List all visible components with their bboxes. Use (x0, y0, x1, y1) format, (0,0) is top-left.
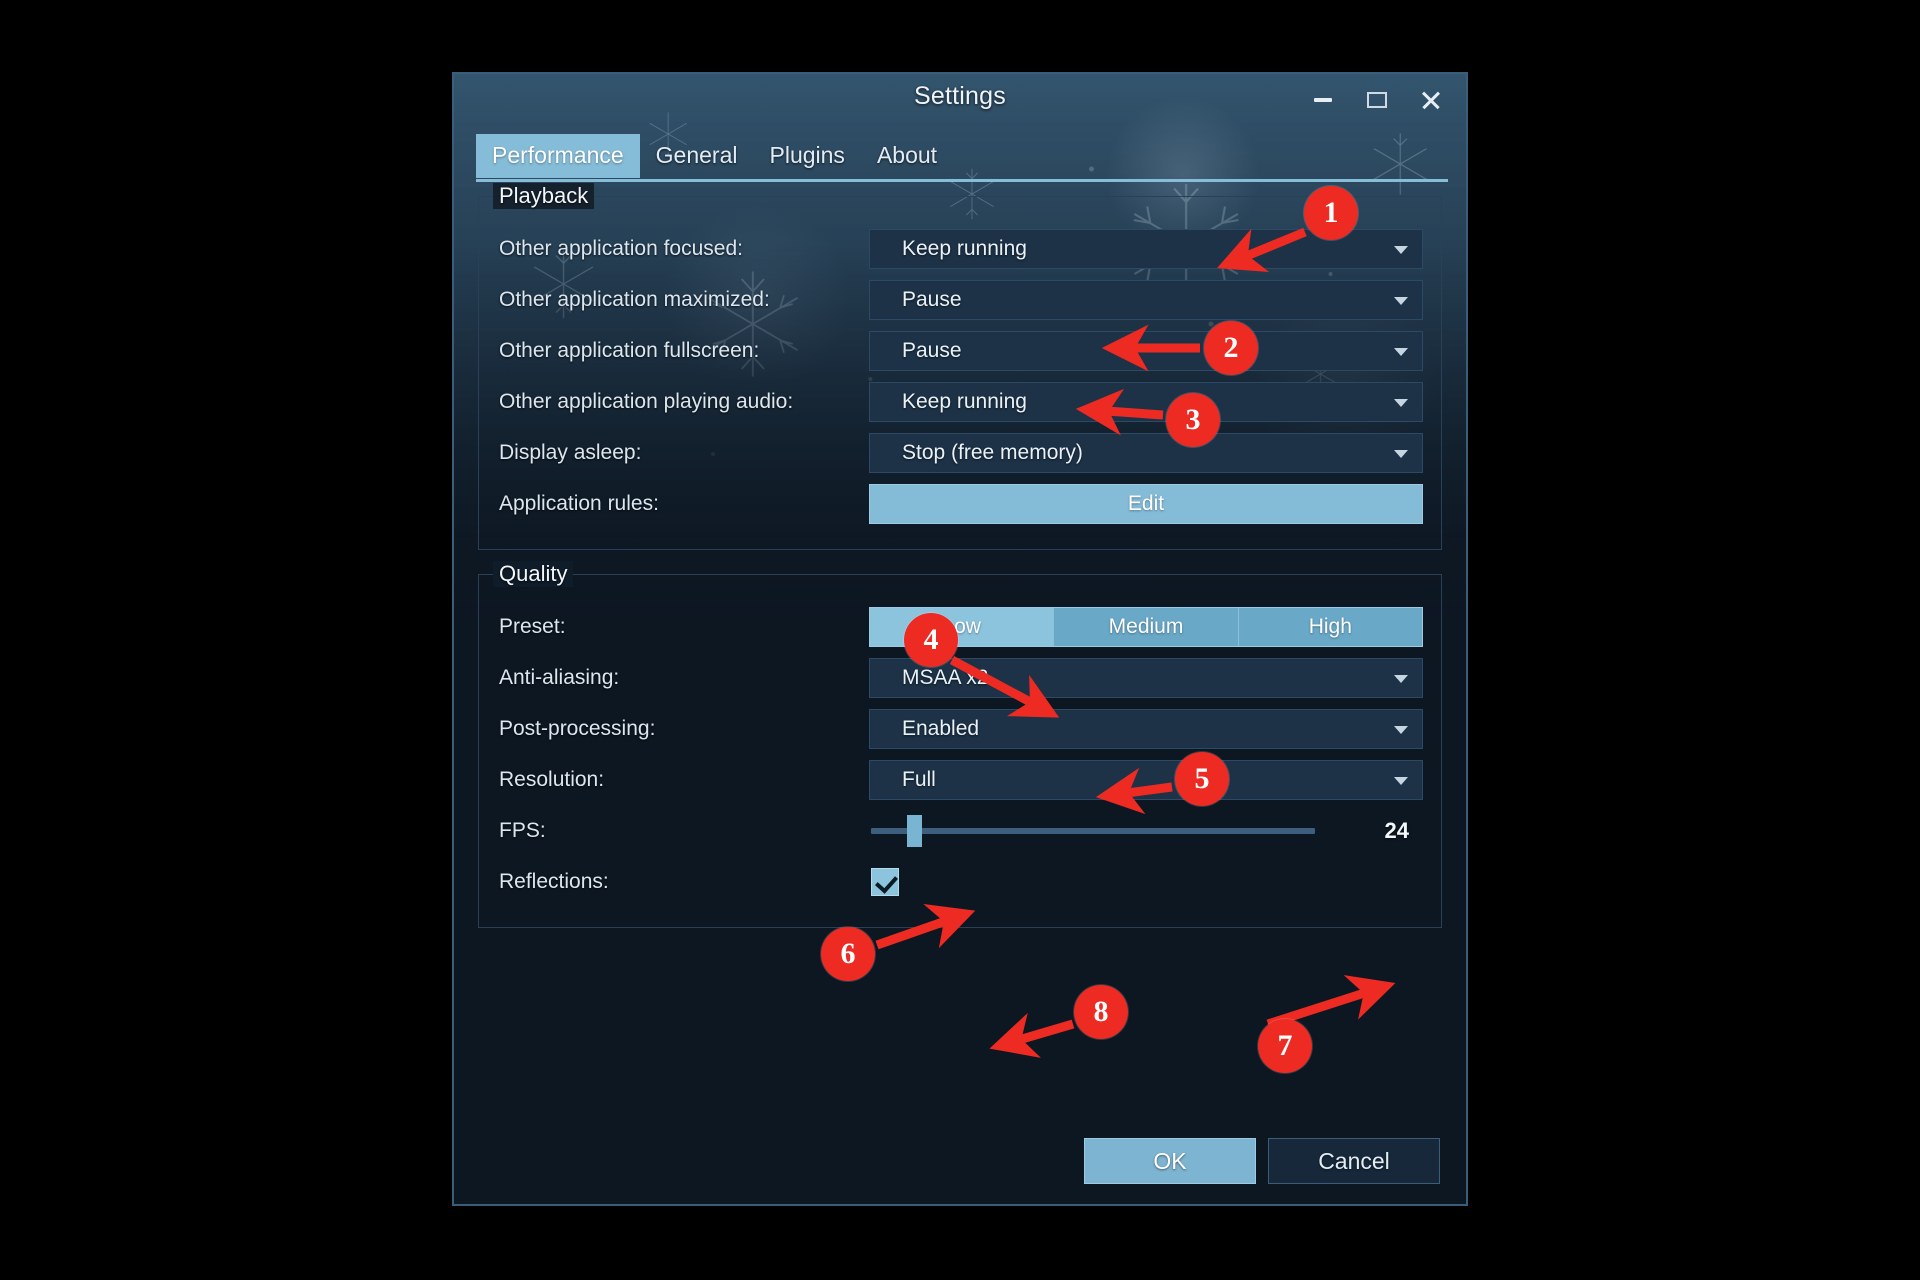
row-reflections: Reflections: (497, 856, 1423, 907)
row-preset: Preset: Low Medium High (497, 601, 1423, 652)
annotation-marker-1: 1 (1304, 186, 1358, 240)
label-other-application-focused: Other application focused: (499, 236, 743, 260)
maximize-icon (1367, 92, 1387, 108)
annotation-marker-7: 7 (1258, 1019, 1312, 1073)
annotation-marker-4: 4 (904, 613, 958, 667)
label-resolution: Resolution: (499, 767, 605, 791)
tab-underline (476, 179, 1448, 182)
ok-button[interactable]: OK (1084, 1138, 1256, 1184)
chevron-down-icon (1394, 449, 1408, 458)
dropdown-anti-aliasing[interactable]: MSAA x2 (869, 657, 1423, 698)
label-other-application-playing-audio: Other application playing audio: (499, 389, 794, 413)
tab-about[interactable]: About (861, 134, 953, 178)
chevron-down-icon (1394, 674, 1408, 683)
dropdown-value: Pause (902, 338, 962, 362)
row-application-rules: Application rules: Edit (497, 478, 1423, 529)
dropdown-value: Enabled (902, 716, 980, 740)
label-display-asleep: Display asleep: (499, 440, 642, 464)
dropdown-other-application-maximized[interactable]: Pause (869, 279, 1423, 320)
tab-bar: Performance General Plugins About (476, 134, 953, 178)
cancel-button[interactable]: Cancel (1268, 1138, 1440, 1184)
dropdown-value: Full (902, 767, 936, 791)
edit-application-rules-button[interactable]: Edit (869, 483, 1423, 524)
row-other-application-focused: Other application focused: Keep running (497, 223, 1423, 274)
label-post-processing: Post-processing: (499, 716, 656, 740)
tab-content-performance: Playback Other application focused: Keep… (454, 183, 1466, 928)
dropdown-post-processing[interactable]: Enabled (869, 708, 1423, 749)
tab-general[interactable]: General (640, 134, 754, 178)
fps-slider[interactable]: 24 (869, 811, 1423, 851)
quality-group-title: Quality (493, 561, 574, 587)
label-other-application-maximized: Other application maximized: (499, 287, 770, 311)
dropdown-value: MSAA x2 (902, 665, 989, 689)
chevron-down-icon (1394, 725, 1408, 734)
row-other-application-fullscreen: Other application fullscreen: Pause (497, 325, 1423, 376)
preset-option-low[interactable]: Low (870, 607, 1055, 646)
label-fps: FPS: (499, 818, 546, 842)
dropdown-value: Keep running (902, 236, 1027, 260)
title-bar: Settings (454, 74, 1466, 130)
playback-group: Playback Other application focused: Keep… (478, 183, 1442, 550)
dropdown-other-application-fullscreen[interactable]: Pause (869, 330, 1423, 371)
tab-plugins[interactable]: Plugins (754, 134, 861, 178)
row-other-application-maximized: Other application maximized: Pause (497, 274, 1423, 325)
dropdown-resolution[interactable]: Full (869, 759, 1423, 800)
close-button[interactable] (1404, 78, 1458, 122)
playback-group-title: Playback (493, 183, 595, 209)
preset-option-high[interactable]: High (1238, 607, 1422, 646)
preset-option-medium[interactable]: Medium (1054, 607, 1239, 646)
label-reflections: Reflections: (499, 869, 609, 893)
annotation-marker-6: 6 (821, 927, 875, 981)
fps-slider-track[interactable] (871, 827, 1315, 834)
chevron-down-icon (1394, 776, 1408, 785)
chevron-down-icon (1394, 347, 1408, 356)
chevron-down-icon (1394, 296, 1408, 305)
label-preset: Preset: (499, 614, 566, 638)
dropdown-value: Stop (free memory) (902, 440, 1083, 464)
screen: Settings Performance General Plugins Abo… (0, 0, 1920, 1280)
row-resolution: Resolution: Full (497, 754, 1423, 805)
chevron-down-icon (1394, 398, 1408, 407)
settings-window: Settings Performance General Plugins Abo… (452, 72, 1468, 1206)
row-post-processing: Post-processing: Enabled (497, 703, 1423, 754)
fps-slider-handle[interactable] (907, 814, 922, 847)
row-anti-aliasing: Anti-aliasing: MSAA x2 (497, 652, 1423, 703)
window-controls (1296, 78, 1458, 122)
chevron-down-icon (1394, 245, 1408, 254)
maximize-button[interactable] (1350, 78, 1404, 122)
fps-value: 24 (1384, 817, 1409, 843)
dropdown-value: Keep running (902, 389, 1027, 413)
close-icon (1420, 89, 1442, 111)
annotation-marker-8: 8 (1074, 985, 1128, 1039)
dialog-footer: OK Cancel (454, 1138, 1466, 1184)
label-other-application-fullscreen: Other application fullscreen: (499, 338, 760, 362)
dropdown-other-application-playing-audio[interactable]: Keep running (869, 381, 1423, 422)
label-application-rules: Application rules: (499, 491, 659, 515)
annotation-marker-2: 2 (1204, 321, 1258, 375)
row-display-asleep: Display asleep: Stop (free memory) (497, 427, 1423, 478)
dropdown-display-asleep[interactable]: Stop (free memory) (869, 432, 1423, 473)
dropdown-value: Pause (902, 287, 962, 311)
row-fps: FPS: 24 (497, 805, 1423, 856)
minimize-icon (1314, 98, 1332, 102)
minimize-button[interactable] (1296, 78, 1350, 122)
reflections-checkbox[interactable] (871, 867, 899, 896)
quality-group: Quality Preset: Low Medium High Anti-ali… (478, 561, 1442, 928)
row-other-application-playing-audio: Other application playing audio: Keep ru… (497, 376, 1423, 427)
tab-performance[interactable]: Performance (476, 134, 640, 178)
label-anti-aliasing: Anti-aliasing: (499, 665, 620, 689)
annotation-marker-5: 5 (1175, 752, 1229, 806)
annotation-marker-3: 3 (1166, 393, 1220, 447)
